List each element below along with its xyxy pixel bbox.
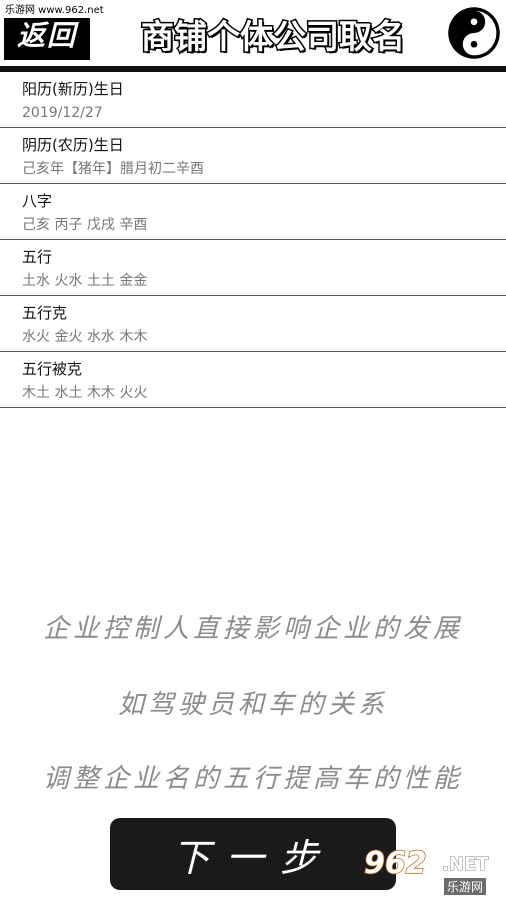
list-item: 阴历(农历)生日 己亥年【猪年】腊月初二辛酉 — [0, 128, 506, 184]
site-logo: 962 .NET 乐游网 — [363, 845, 504, 898]
slogan-line-1: 企业控制人直接影响企业的发展 — [42, 614, 463, 644]
row-value: 土水 火水 土土 金金 — [22, 273, 148, 289]
slogan-line-2: 如驾驶员和车的关系 — [117, 690, 388, 720]
list-item: 阳历(新历)生日 2019/12/27 — [0, 72, 506, 128]
yin-yang-icon — [448, 7, 500, 59]
site-watermark: 乐游网 www.962.net — [2, 4, 107, 18]
row-value: 己亥年【猪年】腊月初二辛酉 — [22, 161, 204, 177]
row-label: 五行 — [22, 248, 53, 266]
slogan-line-3: 调整企业名的五行提高车的性能 — [42, 764, 463, 794]
logo-subtitle: 乐游网 — [444, 878, 487, 895]
list-item: 五行被克 木土 水土 木木 火火 — [0, 352, 506, 408]
row-label: 八字 — [22, 192, 53, 210]
row-value: 水火 金火 水水 木木 — [22, 329, 148, 345]
row-label: 五行克 — [22, 304, 68, 322]
page-title: 商铺个体公司取名 — [140, 16, 407, 58]
row-value: 木土 水土 木木 火火 — [22, 385, 148, 401]
logo-number: 962 — [363, 845, 427, 882]
list-item: 五行克 水火 金火 水水 木木 — [0, 296, 506, 352]
row-value: 己亥 丙子 戊戌 辛酉 — [22, 217, 148, 233]
row-label: 阴历(农历)生日 — [22, 136, 124, 154]
row-value: 2019/12/27 — [22, 105, 103, 121]
info-list: 阳历(新历)生日 2019/12/27 阴历(农历)生日 己亥年【猪年】腊月初二… — [0, 72, 506, 408]
list-item: 八字 己亥 丙子 戊戌 辛酉 — [0, 184, 506, 240]
row-label: 阳历(新历)生日 — [22, 80, 124, 98]
list-item: 五行 土水 火水 土土 金金 — [0, 240, 506, 296]
row-label: 五行被克 — [22, 360, 83, 378]
next-step-button[interactable]: 下一步 — [110, 818, 396, 890]
logo-net: .NET — [441, 854, 489, 876]
